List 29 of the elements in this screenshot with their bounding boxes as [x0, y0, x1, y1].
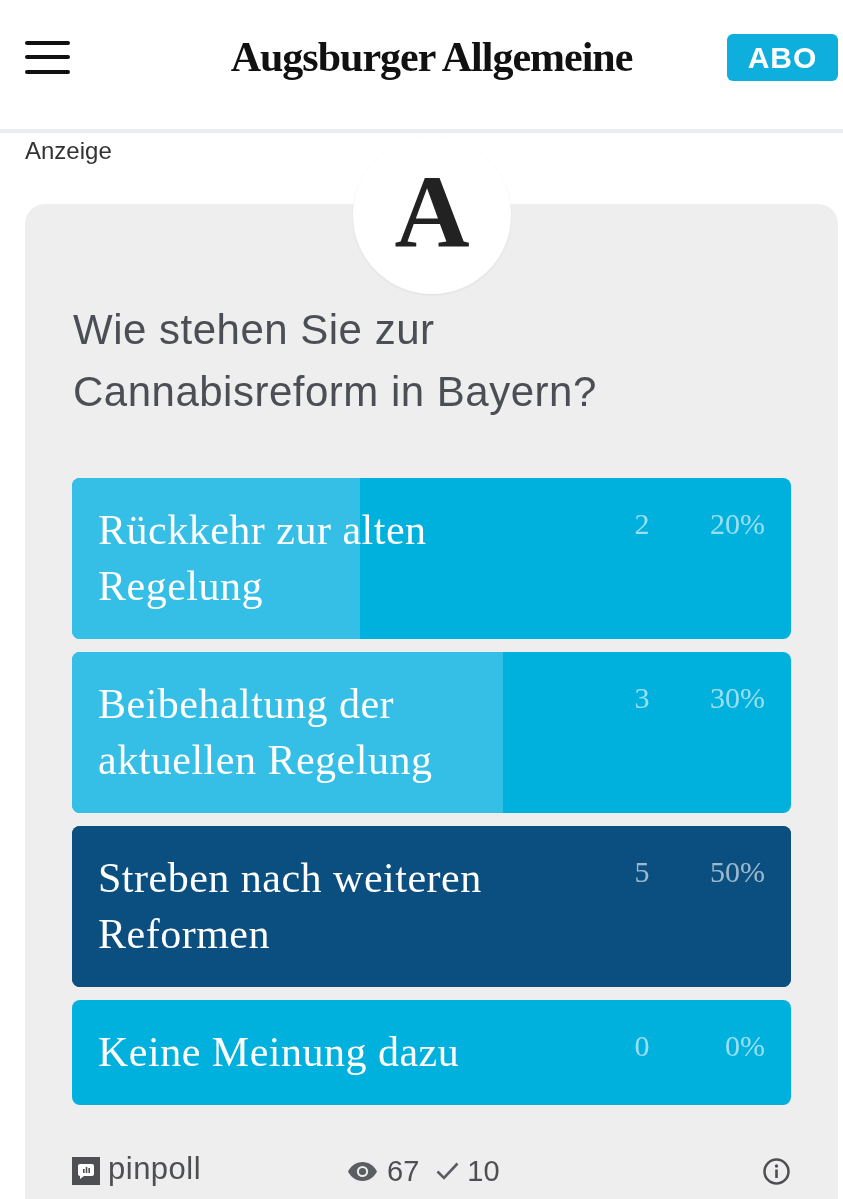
vote-percent: 30%	[709, 680, 765, 716]
ad-label: Anzeige	[25, 137, 112, 164]
pinpoll-logo-icon	[72, 1157, 100, 1185]
check-icon	[436, 1162, 460, 1180]
view-count: 67	[387, 1154, 420, 1188]
poll-option[interactable]: Rückkehr zur alten Regelung 2 20%	[72, 478, 791, 639]
poll-option[interactable]: Beibehaltung der aktuellen Regelung 3 30%	[72, 652, 791, 813]
vote-count: 5	[633, 854, 651, 890]
logo-badge: A	[353, 136, 511, 294]
menu-icon[interactable]	[25, 40, 70, 74]
subscribe-button[interactable]: ABO	[727, 33, 838, 81]
option-label: Rückkehr zur alten Regelung	[98, 506, 428, 611]
vote-count: 0	[633, 1028, 651, 1064]
poll-option[interactable]: Keine Meinung dazu 0 0%	[72, 1000, 791, 1105]
info-icon[interactable]	[763, 1157, 790, 1185]
vote-count: 2	[633, 506, 651, 542]
option-label: Keine Meinung dazu	[98, 1028, 460, 1077]
vote-percent: 0%	[724, 1028, 765, 1064]
brand-name: pinpoll	[108, 1153, 202, 1185]
vote-percent: 20%	[709, 506, 765, 542]
poll-option[interactable]: Streben nach weiteren Reformen 5 50%	[72, 826, 791, 987]
vote-count: 3	[633, 680, 651, 716]
site-logo[interactable]: Augsburger Allgemeine	[230, 33, 633, 81]
vote-percent: 50%	[709, 854, 765, 890]
option-label: Streben nach weiteren Reformen	[98, 854, 483, 959]
vote-total: 10	[467, 1154, 500, 1188]
option-label: Beibehaltung der aktuellen Regelung	[98, 680, 434, 785]
eye-icon	[348, 1161, 377, 1181]
poll-question: Wie stehen Sie zur Cannabisreform in Bayern?	[72, 305, 598, 417]
